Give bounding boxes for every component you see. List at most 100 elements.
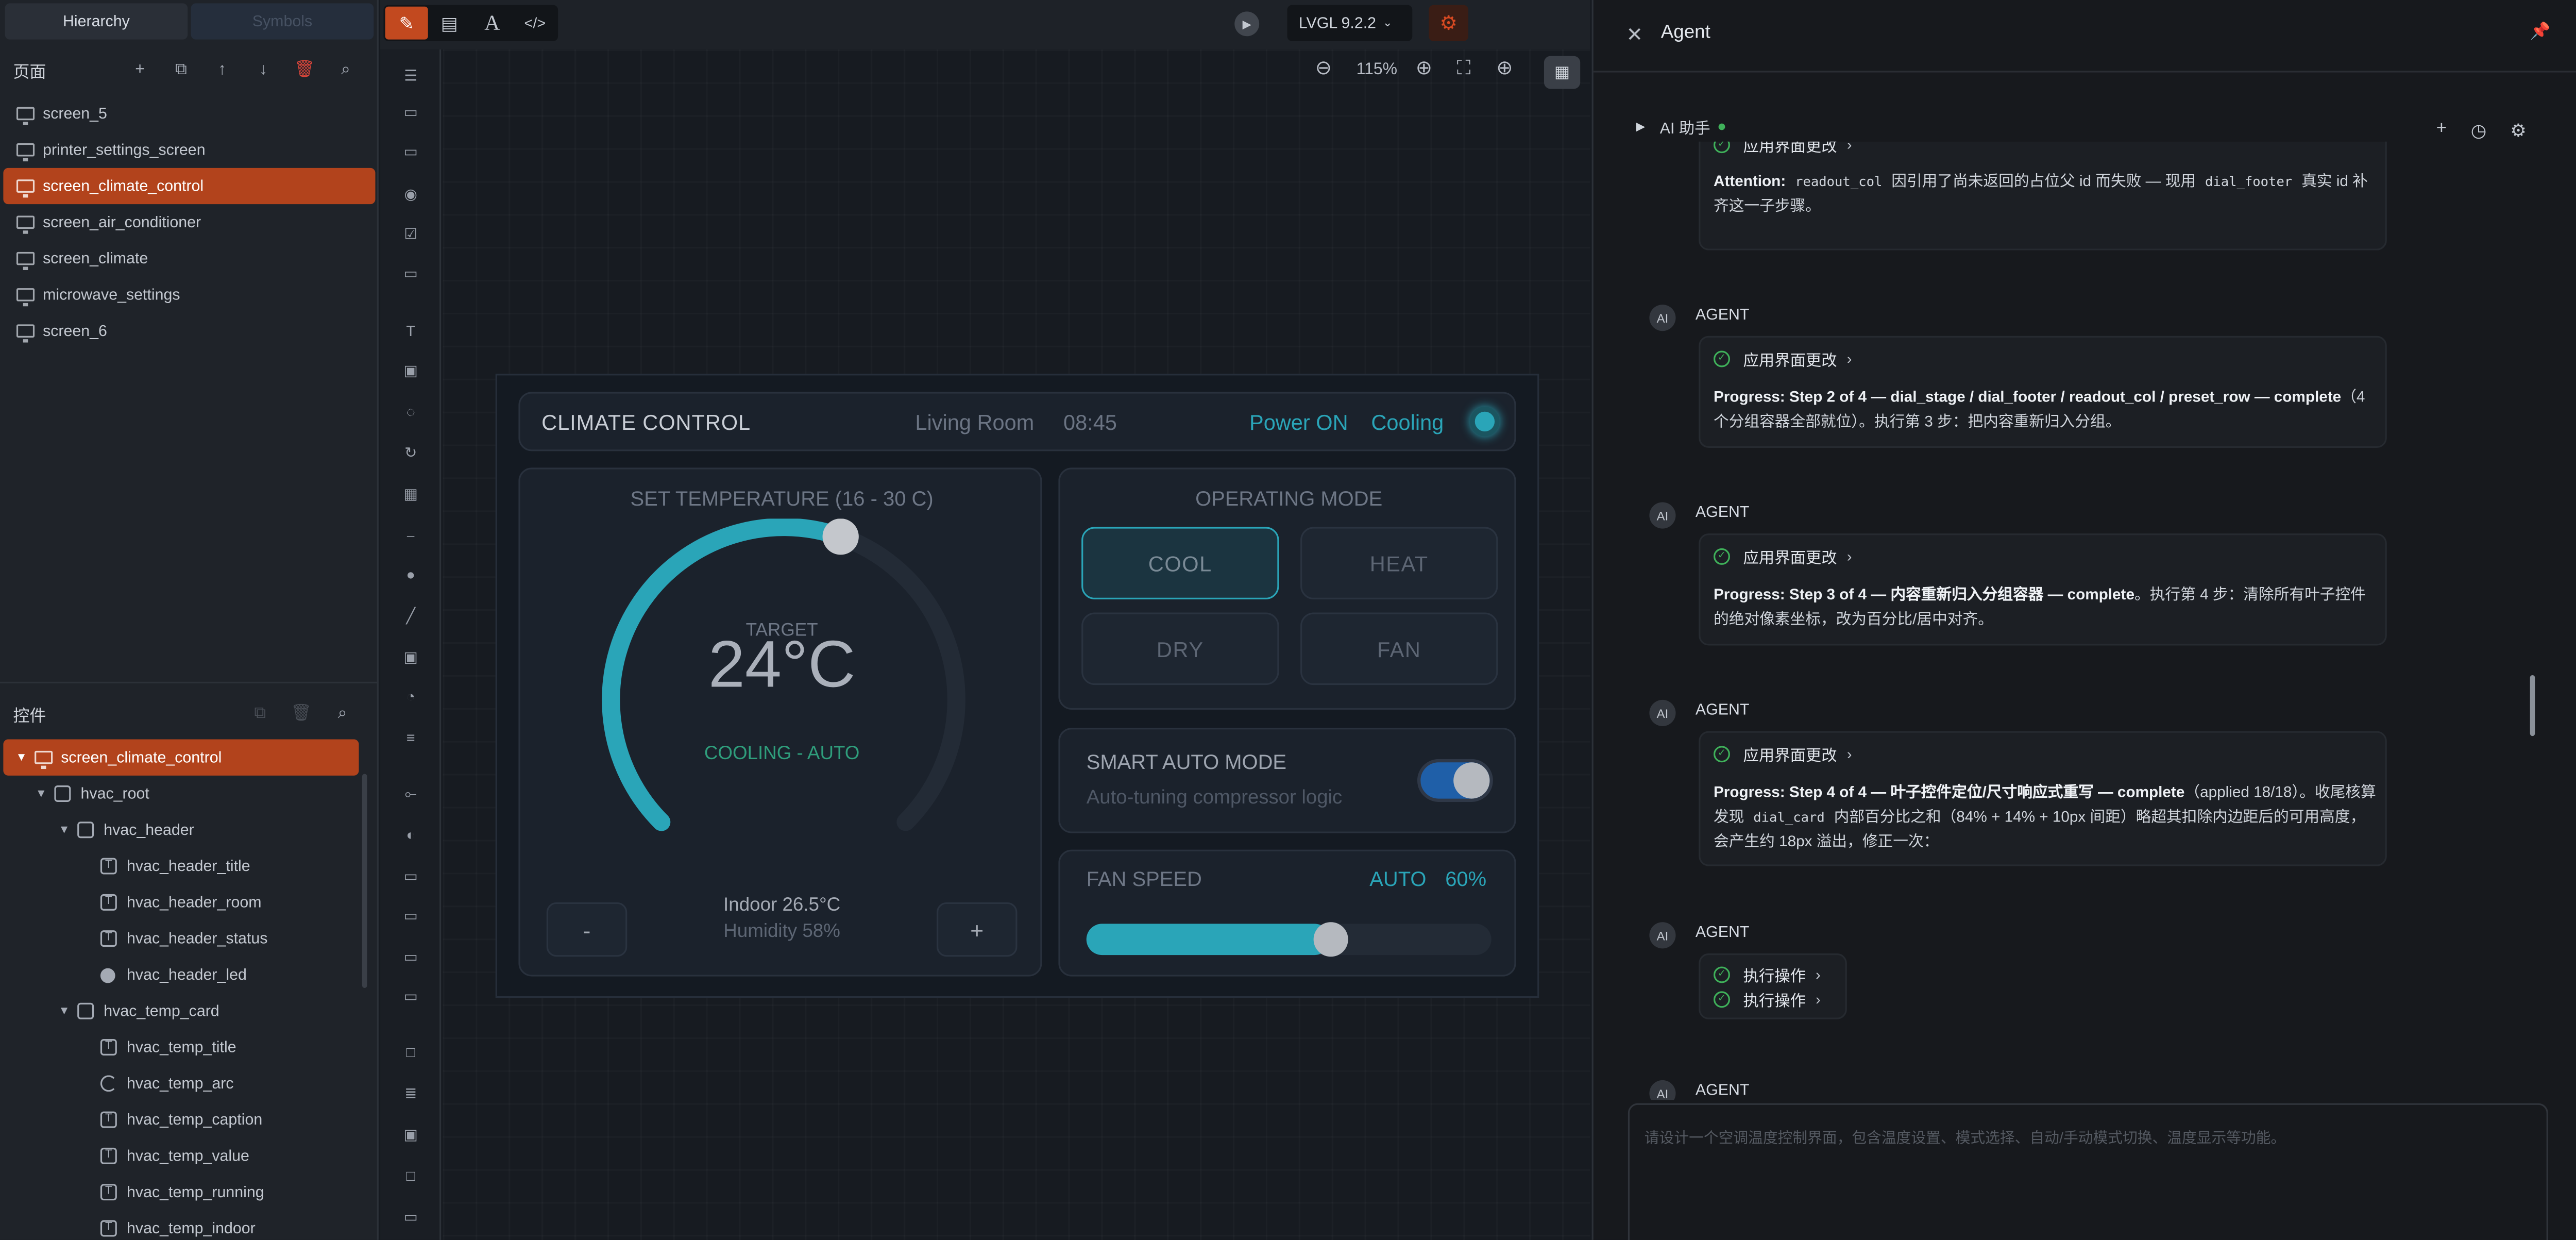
tree-item[interactable]: Thvac_header_status <box>0 920 365 957</box>
label-widget-icon[interactable]: T <box>402 323 420 341</box>
action-row[interactable]: ✓ 执行操作 › <box>1713 963 1821 986</box>
line-widget-icon[interactable]: ╱ <box>402 608 420 626</box>
tab-hierarchy[interactable]: Hierarchy <box>5 3 188 40</box>
hvac-header[interactable]: CLIMATE CONTROL Living Room 08:45 Power … <box>518 392 1516 451</box>
history-icon[interactable]: ◷ <box>2471 120 2487 141</box>
roller-widget-icon[interactable]: ⟜ <box>402 785 420 803</box>
version-select[interactable]: LVGL 9.2.2 ⌄ <box>1287 5 1413 41</box>
checkbox-widget-icon[interactable]: ☑ <box>402 226 420 244</box>
tree-scrollbar[interactable] <box>362 774 367 988</box>
led-widget-icon[interactable]: ● <box>402 566 420 584</box>
zoom-in-icon[interactable]: ⊕ <box>1416 56 1432 79</box>
tileview-widget-icon[interactable]: ▣ <box>402 1126 420 1144</box>
edit-icon[interactable]: ✎ <box>385 6 428 40</box>
tree-item[interactable]: Thvac_header_title <box>0 848 365 884</box>
calendar-widget-icon[interactable]: ▦ <box>402 486 420 504</box>
container-widget-icon[interactable]: □ <box>402 1044 420 1062</box>
mode-fan-button[interactable]: FAN <box>1300 612 1498 685</box>
copy-widget-icon[interactable]: ⧉ <box>247 704 273 722</box>
tree-item[interactable]: hvac_temp_arc <box>0 1065 365 1101</box>
switch-widget-icon[interactable]: ◉ <box>402 186 420 204</box>
settings-gear-icon[interactable]: ⚙ <box>1429 5 1468 41</box>
move-down-icon[interactable]: ↓ <box>250 60 277 78</box>
spinner-widget-icon[interactable]: ↻ <box>402 445 420 463</box>
applied-change-row[interactable]: ✓ 应用界面更改 › <box>1713 141 1852 157</box>
chart-widget-icon[interactable]: ◐ <box>402 827 420 845</box>
mode-dry-button[interactable]: DRY <box>1081 612 1279 685</box>
caret-down-icon[interactable]: ▼ <box>13 752 30 763</box>
fan-slider[interactable] <box>1086 922 1492 957</box>
msgbox-widget-icon[interactable]: ▭ <box>402 948 420 966</box>
dropdown-widget-icon[interactable]: ▭ <box>402 265 420 283</box>
applied-change-row[interactable]: ✓ 应用界面更改 › <box>1713 545 1852 568</box>
tree-item[interactable]: ▼ hvac_header <box>0 812 365 848</box>
action-row[interactable]: ✓ 执行操作 › <box>1713 988 1821 1011</box>
delete-page-icon[interactable]: 🗑 <box>292 60 318 78</box>
smart-toggle[interactable] <box>1417 759 1493 802</box>
tree-item[interactable]: Thvac_temp_running <box>0 1174 365 1210</box>
caret-down-icon[interactable]: ▼ <box>56 824 73 835</box>
fit-screen-icon[interactable]: ⛶ <box>1457 56 1471 81</box>
fan-slider-knob[interactable] <box>1313 922 1348 957</box>
arc-widget-icon[interactable]: ◌ <box>402 404 420 422</box>
screen-item[interactable]: screen_5 <box>3 95 375 131</box>
chat-input[interactable]: 请设计一个空调温度控制界面，包含温度设置、模式选择、自动/手动模式切换、温度显示… <box>1628 1103 2548 1240</box>
caret-down-icon[interactable]: ▼ <box>56 1006 73 1017</box>
pin-icon[interactable]: 📌 <box>2530 23 2551 41</box>
tree-item[interactable]: ▼ hvac_temp_card <box>0 993 365 1029</box>
screen-widget-icon[interactable]: ▭ <box>402 104 420 122</box>
meter-widget-icon[interactable]: ◔ <box>402 689 420 707</box>
tree-item[interactable]: Thvac_temp_title <box>0 1029 365 1065</box>
close-icon[interactable]: ✕ <box>1626 23 1643 46</box>
tree-item[interactable]: ▼ hvac_root <box>0 776 365 812</box>
grid-toggle-icon[interactable]: ▦ <box>1544 56 1581 89</box>
move-up-icon[interactable]: ↑ <box>209 60 235 78</box>
settings-icon[interactable]: ⚙ <box>2510 120 2527 141</box>
tree-item[interactable]: hvac_header_led <box>0 957 365 993</box>
copy-page-icon[interactable]: ⧉ <box>168 60 194 78</box>
play-icon[interactable]: ▶ <box>1234 11 1260 37</box>
screen-item[interactable]: printer_settings_screen <box>3 132 375 168</box>
textarea-widget-icon[interactable]: ≡ <box>402 729 420 747</box>
list-widget-icon[interactable]: ≣ <box>402 1085 420 1103</box>
button-widget-icon[interactable]: ▭ <box>402 143 420 161</box>
tree-item[interactable]: Thvac_header_room <box>0 884 365 920</box>
search-widgets-icon[interactable]: ⌕ <box>329 704 355 722</box>
applied-change-row[interactable]: ✓ 应用界面更改 › <box>1713 743 1852 766</box>
caret-down-icon[interactable]: ▼ <box>33 788 49 799</box>
screen-item[interactable]: screen_air_conditioner <box>3 204 375 240</box>
table-widget-icon[interactable]: ▭ <box>402 1209 420 1227</box>
messages-scrollbar[interactable] <box>2530 675 2535 736</box>
screen-item[interactable]: screen_climate <box>3 240 375 276</box>
panel-divider[interactable] <box>0 681 379 683</box>
list-icon[interactable]: ☰ <box>402 68 420 86</box>
mode-heat-button[interactable]: HEAT <box>1300 527 1498 599</box>
imagebutton-widget-icon[interactable]: ▣ <box>402 649 420 667</box>
zoom-out-icon[interactable]: ⊖ <box>1315 56 1332 79</box>
tree-item[interactable]: Thvac_temp_indoor <box>0 1210 365 1240</box>
screen-item[interactable]: screen_6 <box>3 313 375 349</box>
delete-widget-icon[interactable]: 🗑 <box>288 704 314 722</box>
tabview-widget-icon[interactable]: ▭ <box>402 907 420 925</box>
image-widget-icon[interactable]: ▣ <box>402 362 420 380</box>
assistant-row[interactable]: ▶ AI 助手 <box>1636 115 1725 138</box>
applied-change-row[interactable]: ✓ 应用界面更改 › <box>1713 347 1852 371</box>
slider-widget-icon[interactable]: ⎯ <box>402 527 420 545</box>
mode-cool-button[interactable]: COOL <box>1081 527 1279 599</box>
new-chat-icon[interactable]: + <box>2436 119 2447 138</box>
spinbox-widget-icon[interactable]: ▭ <box>402 988 420 1006</box>
screen-item[interactable]: microwave_settings <box>3 277 375 313</box>
screen-item-selected[interactable]: screen_climate_control <box>3 167 376 205</box>
tree-item-selected[interactable]: ▼ screen_climate_control <box>3 739 359 776</box>
tab-symbols[interactable]: Symbols <box>191 3 374 40</box>
keyboard-widget-icon[interactable]: ▭ <box>402 868 420 886</box>
text-tool-icon[interactable]: A <box>471 7 514 40</box>
code-icon[interactable]: </> <box>514 7 556 40</box>
zoom-reset-icon[interactable]: ⊕ <box>1496 56 1513 79</box>
add-page-icon[interactable]: + <box>127 60 153 78</box>
window-widget-icon[interactable]: □ <box>402 1167 420 1185</box>
tree-item[interactable]: Thvac_temp_value <box>0 1138 365 1174</box>
pages-icon[interactable]: ▤ <box>428 7 471 40</box>
search-pages-icon[interactable]: ⌕ <box>332 60 359 78</box>
tree-item[interactable]: Thvac_temp_caption <box>0 1101 365 1137</box>
